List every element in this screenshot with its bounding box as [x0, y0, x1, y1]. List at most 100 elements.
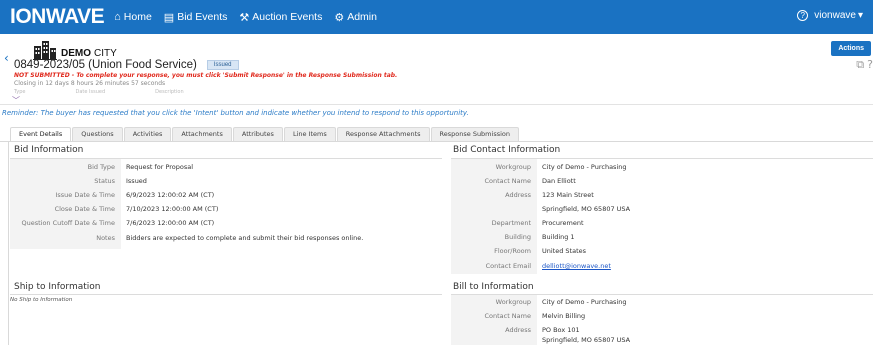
- bid-info-key: Notes: [10, 235, 121, 242]
- bid-info-row: Notes Bidders are expected to complete a…: [10, 235, 363, 242]
- tab-questions[interactable]: Questions: [72, 127, 123, 141]
- contact-key: [451, 206, 537, 213]
- bid-info-value: 7/10/2023 12:00:00 AM (CT): [126, 205, 219, 213]
- gear-icon: ⚙: [334, 11, 345, 24]
- tab-response-submission[interactable]: Response Submission: [430, 127, 519, 141]
- bid-info-value: 7/6/2023 12:00:00 AM (CT): [126, 219, 215, 227]
- bid-info-key: Bid Type: [10, 164, 121, 171]
- contact-row: Department Procurement: [451, 220, 584, 227]
- ship-info-divider: [10, 294, 442, 295]
- main-nav: ⌂ Home ▤ Bid Events ⚒ Auction Events ⚙ A…: [114, 11, 389, 24]
- bid-info-row: Question Cutoff Date & Time 7/6/2023 12:…: [10, 220, 214, 227]
- bid-info-key: Issue Date & Time: [10, 192, 121, 199]
- contact-value: Dan Elliott: [542, 177, 576, 185]
- contact-value: 123 Main Street: [542, 191, 594, 199]
- tab-response-attachments[interactable]: Response Attachments: [336, 127, 430, 141]
- contact-key: Department: [451, 220, 537, 227]
- nav-admin-label: Admin: [347, 11, 377, 23]
- bill-key: [451, 337, 537, 344]
- document-icon: ▤: [163, 11, 175, 24]
- copy-icon[interactable]: ⧉: [856, 58, 864, 72]
- contact-value: City of Demo - Purchasing: [542, 163, 627, 171]
- contact-row: Workgroup City of Demo - Purchasing: [451, 164, 627, 171]
- bill-row: Contact Name Melvin Billing: [451, 313, 585, 320]
- bill-row: Springfield, MO 65807 USA: [451, 337, 630, 344]
- nav-bid-events-label: Bid Events: [177, 11, 228, 23]
- contact-value: Building 1: [542, 233, 575, 241]
- bill-value: City of Demo - Purchasing: [542, 298, 627, 306]
- help-icon[interactable]: ?: [797, 10, 809, 21]
- actions-button[interactable]: Actions: [831, 41, 871, 56]
- no-ship-info-text: No Ship to Information: [10, 297, 73, 303]
- help-icon[interactable]: ?: [867, 58, 873, 72]
- bid-info-row: Close Date & Time 7/10/2023 12:00:00 AM …: [10, 206, 218, 213]
- bill-value: PO Box 101: [542, 326, 580, 334]
- event-tabs: Event Details Questions Activities Attac…: [10, 127, 520, 141]
- contact-key: Building: [451, 234, 537, 241]
- contact-row: Contact Name Dan Elliott: [451, 178, 576, 185]
- city-building-icon: [33, 41, 57, 60]
- contact-value: Procurement: [542, 219, 584, 227]
- toolbar-icons: ⧉ ?: [853, 58, 873, 72]
- tab-line-items[interactable]: Line Items: [283, 127, 336, 141]
- bid-info-row: Bid Type Request for Proposal: [10, 164, 193, 171]
- bill-value: Springfield, MO 65807 USA: [542, 336, 631, 344]
- nav-home[interactable]: ⌂ Home: [114, 11, 152, 23]
- nav-auction-events-label: Auction Events: [252, 11, 323, 23]
- bid-info-value: Issued: [126, 177, 147, 185]
- contact-key: Address: [451, 192, 537, 199]
- not-submitted-warning: NOT SUBMITTED - To complete your respons…: [14, 72, 398, 79]
- user-menu[interactable]: ? vionwave ▾: [797, 10, 863, 21]
- nav-admin[interactable]: ⚙ Admin: [334, 11, 377, 24]
- org-name: DEMO CITY: [61, 48, 117, 59]
- org-name-rest: CITY: [94, 48, 117, 59]
- contact-value: delliott@ionwave.net: [537, 263, 611, 270]
- bid-info-key: Status: [10, 178, 121, 185]
- bid-info-key: Question Cutoff Date & Time: [10, 220, 121, 227]
- summary-columns: Type Date Issued Description: [14, 89, 234, 95]
- bill-value: Melvin Billing: [542, 312, 586, 320]
- bill-key: Address: [451, 327, 537, 334]
- nav-bid-events[interactable]: ▤ Bid Events: [164, 11, 228, 24]
- tab-attachments[interactable]: Attachments: [172, 127, 232, 141]
- bid-title-row: 0849-2023/05 (Union Food Service) Issued: [14, 59, 239, 71]
- summary-col-date-issued: Date Issued: [75, 89, 106, 95]
- top-navigation-bar: IONWAVE ⌂ Home ▤ Bid Events ⚒ Auction Ev…: [0, 0, 873, 34]
- contact-value: Springfield, MO 65807 USA: [542, 205, 631, 213]
- contact-key: Workgroup: [451, 164, 537, 171]
- ionwave-logo[interactable]: IONWAVE: [10, 5, 105, 29]
- contact-email-link[interactable]: delliott@ionwave.net: [542, 262, 611, 270]
- contact-row: Building Building 1: [451, 234, 575, 241]
- tab-activities[interactable]: Activities: [123, 127, 172, 141]
- summary-col-description: Description: [155, 89, 184, 95]
- gavel-icon: ⚒: [239, 11, 250, 24]
- bill-key: Contact Name: [451, 313, 537, 320]
- back-chevron-icon[interactable]: ‹: [4, 51, 9, 65]
- bid-info-row: Status Issued: [10, 178, 147, 185]
- contact-row: Floor/Room United States: [451, 248, 586, 255]
- org-branding: DEMO CITY: [33, 40, 117, 60]
- tab-event-details[interactable]: Event Details: [10, 127, 72, 141]
- bid-info-row: Issue Date & Time 6/9/2023 12:00:02 AM (…: [10, 192, 214, 199]
- contact-row: Address 123 Main Street: [451, 192, 594, 199]
- status-badge: Issued: [206, 60, 239, 70]
- org-name-bold: DEMO: [61, 48, 91, 59]
- nav-auction-events[interactable]: ⚒ Auction Events: [239, 11, 322, 24]
- bid-info-key: Close Date & Time: [10, 206, 121, 213]
- contact-key: Floor/Room: [451, 248, 537, 255]
- tab-divider: [0, 141, 873, 142]
- tab-attributes[interactable]: Attributes: [232, 127, 283, 141]
- nav-home-label: Home: [123, 11, 152, 23]
- bill-key: Workgroup: [451, 299, 537, 306]
- ship-info-title: Ship to Information: [14, 282, 101, 292]
- page-title: 0849-2023/05 (Union Food Service): [14, 59, 197, 71]
- contact-row: Springfield, MO 65807 USA: [451, 206, 630, 213]
- contact-value: United States: [542, 247, 587, 255]
- bill-info-title: Bill to Information: [453, 282, 534, 292]
- bid-info-value: Bidders are expected to complete and sub…: [126, 234, 364, 242]
- contact-key: Contact Name: [451, 178, 537, 185]
- bill-row: Workgroup City of Demo - Purchasing: [451, 299, 627, 306]
- home-icon: ⌂: [114, 11, 121, 23]
- contact-key: Contact Email: [451, 263, 537, 270]
- contact-info-title: Bid Contact Information: [453, 145, 561, 155]
